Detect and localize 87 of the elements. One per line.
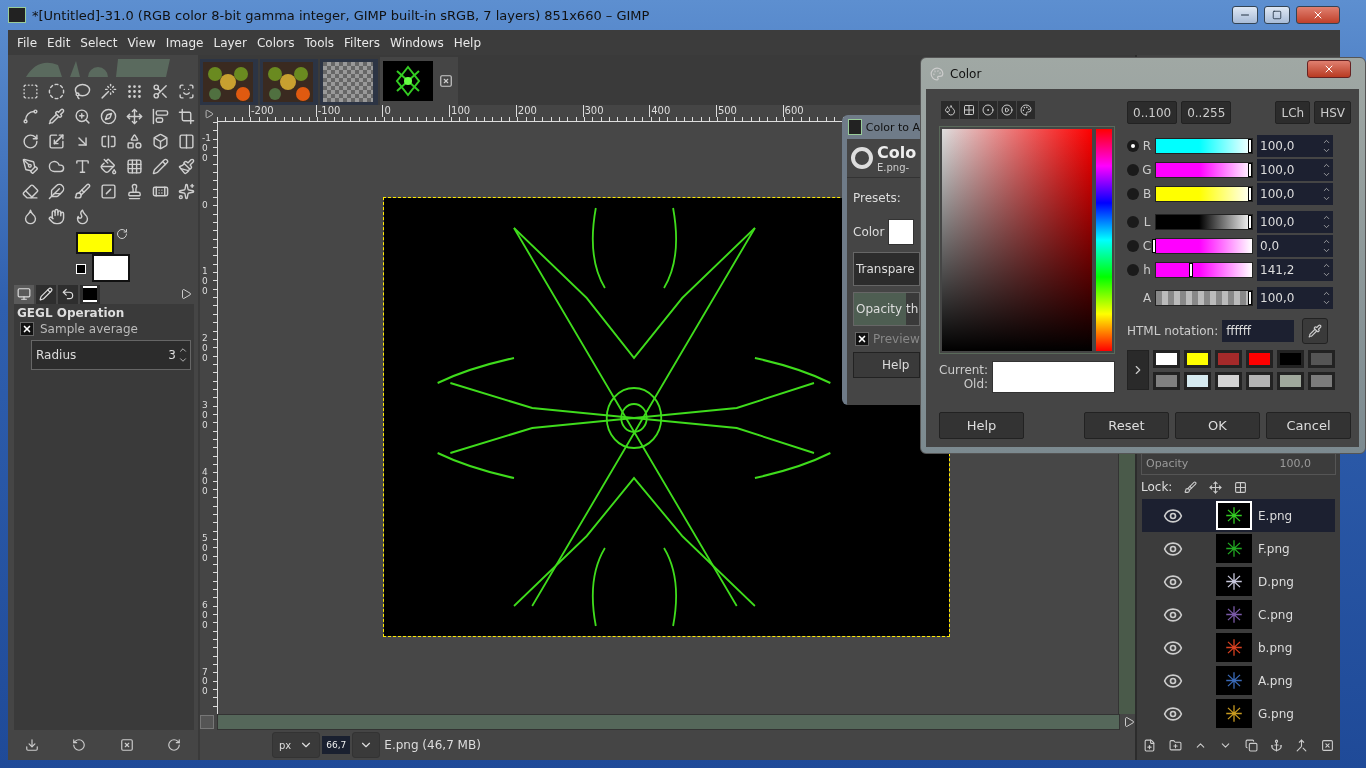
lock-label: Lock: xyxy=(1141,480,1173,494)
menu-item[interactable]: File xyxy=(12,35,43,50)
ruler-label: 300 xyxy=(582,105,604,117)
menu-item[interactable]: Help xyxy=(448,35,486,50)
ruler-label: 400 xyxy=(202,467,209,498)
dialog-button[interactable]: Reset xyxy=(1084,412,1169,439)
layer-name: C.png xyxy=(1258,607,1294,622)
channel-label: h xyxy=(1142,263,1152,277)
layer-row[interactable]: E.png xyxy=(1142,499,1335,532)
dialog-title: Color xyxy=(950,66,983,81)
layer-row[interactable]: C.png xyxy=(1142,598,1335,631)
value-field[interactable]: 100,0 xyxy=(1257,159,1333,181)
ruler-label: -200 xyxy=(249,105,274,117)
value-field[interactable]: 100,0 xyxy=(1257,183,1333,205)
menu-item[interactable]: Edit xyxy=(42,35,76,50)
status-text: E.png (46,7 MB) xyxy=(384,738,481,752)
channel-label: R xyxy=(1141,139,1153,153)
layer-name: F.png xyxy=(1258,541,1290,556)
ruler-label: 0 xyxy=(202,200,209,211)
ruler-label: 500 xyxy=(202,534,209,564)
zoom-field[interactable]: 66,7 xyxy=(322,736,351,754)
opacity-field[interactable]: Opacity th xyxy=(853,292,920,326)
dialog-button[interactable]: OK xyxy=(1175,412,1260,439)
ruler-label: 700 xyxy=(202,667,209,698)
channel-label: B xyxy=(1141,187,1153,201)
menu-item[interactable]: Layer xyxy=(208,35,252,50)
ruler-label: 200 xyxy=(202,334,209,364)
channel-label: G xyxy=(1141,163,1153,177)
value-field[interactable]: 100,0 xyxy=(1257,211,1333,233)
value-field[interactable]: 0,0 xyxy=(1257,235,1333,257)
ruler-label: 300 xyxy=(202,400,209,431)
menu-item[interactable]: Filters xyxy=(339,35,386,50)
model-button[interactable]: HSV xyxy=(1314,101,1351,124)
ruler-label: 100 xyxy=(449,105,471,117)
ruler-label: -100 xyxy=(315,105,341,117)
current-label: Current: xyxy=(939,363,989,377)
dialog-button[interactable]: Cancel xyxy=(1266,412,1351,439)
menu-item[interactable]: Image xyxy=(160,35,209,50)
unit-dropdown[interactable]: px xyxy=(272,732,321,758)
menu-item[interactable]: Colors xyxy=(251,35,300,50)
window-title: *[Untitled]-31.0 (RGB color 8-bit gamma integer, GIMP built-in sRGB, 7 layers) 851x660 – GIMP xyxy=(32,7,651,23)
color-label: Color xyxy=(853,225,885,239)
dialog-heading: Colo xyxy=(877,143,917,162)
layer-name: E.png xyxy=(1258,508,1293,523)
checkbox-label: Sample average xyxy=(40,322,138,336)
menu-item[interactable]: Tools xyxy=(299,35,340,50)
ruler-label: 600 xyxy=(202,600,209,631)
ruler-label: 600 xyxy=(782,105,804,117)
ruler-label: 200 xyxy=(515,105,537,117)
presets-label: Presets: xyxy=(853,191,901,205)
ruler-label: 100 xyxy=(202,267,209,298)
layer-name: b.png xyxy=(1258,640,1293,655)
layer-name: D.png xyxy=(1258,574,1294,589)
channel-label: A xyxy=(1141,291,1153,305)
layer-name: G.png xyxy=(1258,706,1294,721)
layer-row[interactable]: D.png xyxy=(1142,565,1335,598)
layer-row[interactable]: A.png xyxy=(1142,664,1335,697)
menu-item[interactable]: View xyxy=(122,35,161,50)
layer-name: A.png xyxy=(1258,673,1293,688)
ruler-label: 0 xyxy=(382,105,391,117)
help-button[interactable]: Help xyxy=(853,352,920,378)
channel-label: C xyxy=(1141,239,1153,253)
dialog-button[interactable]: Help xyxy=(939,412,1024,439)
old-label: Old: xyxy=(963,377,989,391)
radius-field[interactable]: Radius 3 xyxy=(31,340,191,370)
layer-row[interactable]: b.png xyxy=(1142,631,1335,664)
range-button[interactable]: 0..255 xyxy=(1181,101,1232,124)
layer-row[interactable]: F.png xyxy=(1142,532,1335,565)
ruler-label: 400 xyxy=(649,105,671,117)
dialog-title: Color to A xyxy=(865,120,920,134)
value-field[interactable]: 141,2 xyxy=(1257,259,1333,281)
menu-item[interactable]: Select xyxy=(75,35,123,50)
value-field[interactable]: 100,0 xyxy=(1257,135,1333,157)
ruler-label: 500 xyxy=(715,105,737,117)
html-notation-label: HTML notation: xyxy=(1127,324,1219,338)
value-field[interactable]: 100,0 xyxy=(1257,287,1333,309)
checkbox-label: Preview xyxy=(873,332,920,346)
dialog-subtitle: E.png- xyxy=(877,162,911,173)
layer-row[interactable]: G.png xyxy=(1142,697,1335,730)
transparency-field[interactable]: Transpare xyxy=(853,252,920,286)
menu-item[interactable]: Windows xyxy=(385,35,449,50)
hex-field[interactable]: ffffff xyxy=(1222,320,1295,342)
ruler-label: -100 xyxy=(202,134,211,164)
options-title: GEGL Operation xyxy=(17,306,126,320)
range-button[interactable]: 0..100 xyxy=(1127,101,1178,124)
model-button[interactable]: LCh xyxy=(1275,101,1311,124)
channel-label: L xyxy=(1142,215,1152,229)
